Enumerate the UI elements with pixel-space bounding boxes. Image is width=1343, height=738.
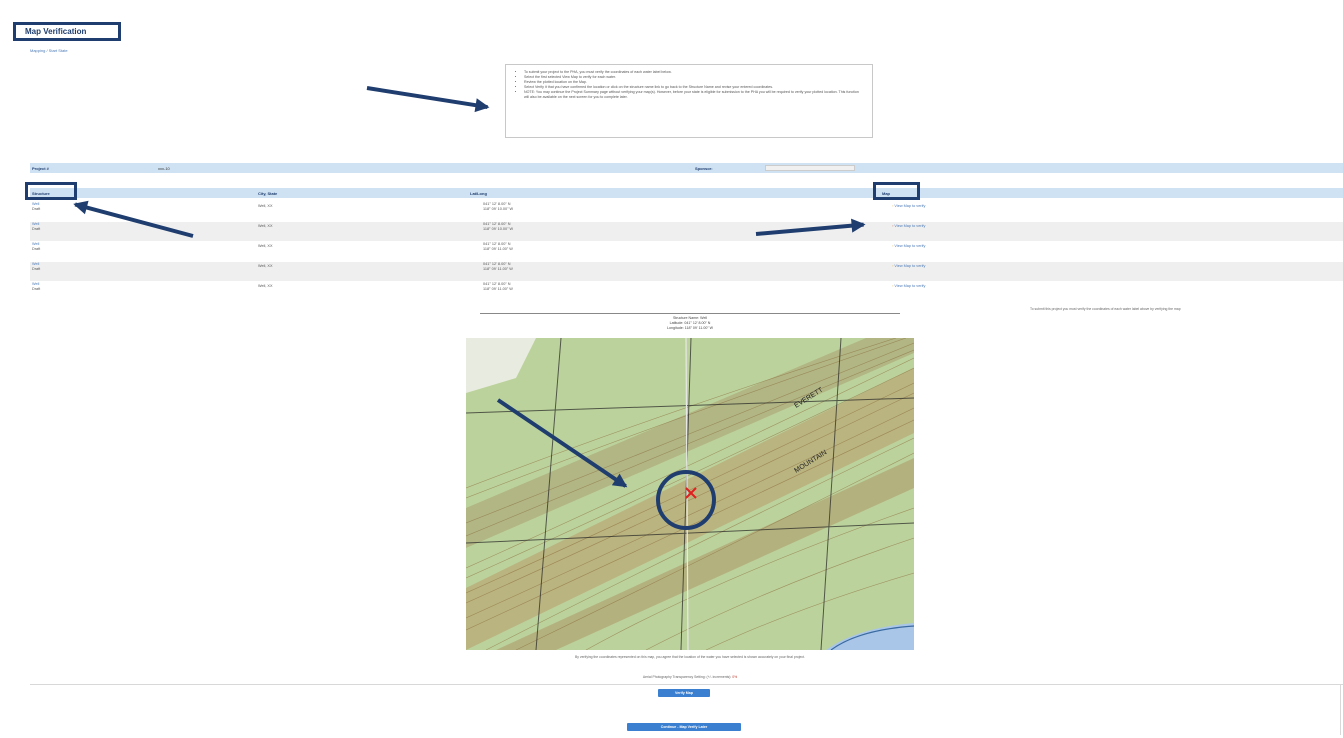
city-state: Well, XX [258,244,273,248]
structure-status: Draft [32,226,41,231]
latitude: 041° 12' 8.00" N [483,222,511,226]
view-map-link[interactable]: View Map to verify [894,284,925,288]
structure-status: Draft [32,206,41,211]
latitude: 041° 12' 8.00" N [483,242,511,246]
longitude: 118° 09' 11.00" W [483,286,513,291]
page-title: Map Verification [13,22,121,41]
footer-divider-vertical [1340,685,1341,735]
latitude: 041° 12' 8.00" N [483,282,511,286]
latitude: 041° 12' 8.00" N [483,262,511,266]
structure-highlight-box [25,182,77,200]
map-disclaimer: By verifying the coordinates represented… [575,655,805,659]
longitude: 118° 09' 11.00" W [483,246,513,251]
continue-verify-later-button[interactable]: Continue - Map Verify Later [627,723,741,731]
view-map-link[interactable]: View Map to verify [894,264,925,268]
structure-status: Draft [32,246,41,251]
map-highlight-box [873,182,920,200]
table-row: Well Draft Well, XX 041° 12' 8.00" N 118° … [30,262,1343,281]
city-state: Well, XX [258,284,273,288]
city-state: Well, XX [258,224,273,228]
city-state: Well, XX [258,204,273,208]
view-map-link[interactable]: View Map to verify [894,244,925,248]
sponsor-label: Sponsor: [695,166,713,171]
view-map-link[interactable]: View Map to verify [894,204,925,208]
footer-divider [30,684,1343,685]
city-state: Well, XX [258,264,273,268]
verify-map-button[interactable]: Verify Map [658,689,710,697]
longitude: 118° 09' 11.00" W [483,266,513,271]
view-map-link[interactable]: View Map to verify [894,224,925,228]
submit-note: To submit this project you must verify t… [1030,307,1181,311]
transparency-label: Aerial Photography Transparency Setting:… [642,675,732,679]
project-value: xxx-10 [158,166,170,171]
annotation-arrow [366,86,488,110]
latitude: 041° 12' 8.00" N [483,202,511,206]
longitude: 118° 09' 10.00" W [483,226,514,231]
header-lat-long: Lat/Long [470,191,487,196]
table-row: Well Draft Well, XX 041° 12' 8.00" N 118° … [30,222,1343,241]
table-row: Well Draft Well, XX 041° 12' 8.00" N 118° … [30,242,1343,261]
project-label: Project # [32,166,49,171]
header-city-state: City, State [258,191,278,196]
map-divider [480,313,900,314]
marker-highlight-circle [656,470,716,530]
longitude: 118° 09' 10.00" W [483,206,514,211]
map-caption: Structure Name: Well Latitude: 041° 12' … [630,316,750,330]
structure-link[interactable]: Well [32,242,39,246]
structure-link[interactable]: Well [32,282,39,286]
transparency-setting[interactable]: Aerial Photography Transparency Setting:… [560,675,820,679]
instruction-item: NOTE: You may continue the Project Summa… [524,90,862,100]
structure-link[interactable]: Well [32,202,39,206]
structure-status: Draft [32,286,41,291]
table-row: Well Draft Well, XX 041° 12' 8.00" N 118° … [30,202,1343,221]
structure-link[interactable]: Well [32,222,39,226]
structure-link[interactable]: Well [32,262,39,266]
structure-status: Draft [32,266,41,271]
breadcrumb[interactable]: Mapping / Start State [30,48,68,53]
map-longitude: Longitude: 118° 09' 11.00" W [666,325,714,330]
sponsor-field[interactable] [765,165,855,171]
project-info-bar: Project # xxx-10 Sponsor: [30,163,1343,173]
transparency-value[interactable]: 0% [732,675,737,679]
instructions-box: To submit your project to the PHA, you m… [505,64,873,138]
table-row: Well Draft Well, XX 041° 12' 8.00" N 118° … [30,282,1343,301]
table-header: Structure City, State Lat/Long Map [30,188,1343,198]
